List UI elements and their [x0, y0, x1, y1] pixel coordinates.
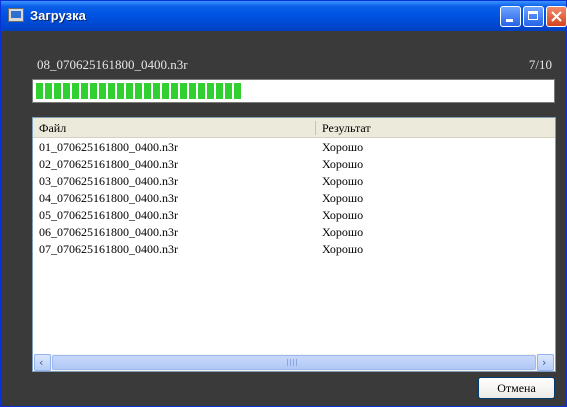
column-separator[interactable]: [315, 121, 316, 135]
title-bar[interactable]: Загрузка: [1, 1, 567, 31]
grip-icon: [287, 359, 297, 366]
table-row[interactable]: 07_070625161800_0400.n3r Хорошо: [33, 241, 555, 258]
scroll-right-button[interactable]: ›: [537, 354, 554, 371]
chevron-right-icon: ›: [542, 356, 547, 369]
result-cell: Хорошо: [322, 157, 364, 171]
result-cell: Хорошо: [322, 242, 364, 256]
file-cell: 04_070625161800_0400.n3r: [39, 191, 178, 205]
scrollbar-thumb[interactable]: [52, 355, 536, 370]
result-cell: Хорошо: [322, 208, 364, 222]
table-row[interactable]: 06_070625161800_0400.n3r Хорошо: [33, 224, 555, 241]
upload-dialog: Загрузка 08_070625161800_0400.n3r 7/10 Ф…: [0, 0, 567, 407]
close-icon: [551, 11, 562, 22]
table-row[interactable]: 05_070625161800_0400.n3r Хорошо: [33, 207, 555, 224]
file-cell: 07_070625161800_0400.n3r: [39, 242, 178, 256]
minimize-button[interactable]: [500, 6, 521, 27]
window-title: Загрузка: [30, 8, 86, 23]
maximize-button[interactable]: [523, 6, 544, 27]
cancel-button[interactable]: Отмена: [478, 377, 555, 399]
file-cell: 01_070625161800_0400.n3r: [39, 140, 178, 154]
current-file-label: 08_070625161800_0400.n3r: [37, 57, 188, 72]
result-cell: Хорошо: [322, 225, 364, 239]
result-cell: Хорошо: [322, 140, 364, 154]
result-cell: Хорошо: [322, 174, 364, 188]
list-header: Файл Результат: [33, 118, 555, 138]
progress-counter: 7/10: [528, 57, 552, 72]
scroll-left-button[interactable]: ‹: [34, 354, 51, 371]
results-list[interactable]: Файл Результат 01_070625161800_0400.n3r Х…: [32, 117, 556, 372]
file-cell: 02_070625161800_0400.n3r: [39, 157, 178, 171]
result-cell: Хорошо: [322, 191, 364, 205]
table-row[interactable]: 01_070625161800_0400.n3r Хорошо: [33, 139, 555, 156]
column-header-result[interactable]: Результат: [322, 121, 371, 136]
app-window-icon: [8, 8, 24, 22]
file-cell: 03_070625161800_0400.n3r: [39, 174, 178, 188]
file-cell: 05_070625161800_0400.n3r: [39, 208, 178, 222]
table-row[interactable]: 04_070625161800_0400.n3r Хорошо: [33, 190, 555, 207]
table-row[interactable]: 03_070625161800_0400.n3r Хорошо: [33, 173, 555, 190]
horizontal-scrollbar[interactable]: ‹ ›: [34, 354, 554, 371]
list-rows: 01_070625161800_0400.n3r Хорошо 02_070625…: [33, 139, 555, 258]
close-button[interactable]: [546, 6, 567, 27]
column-header-file[interactable]: Файл: [39, 121, 66, 136]
chevron-left-icon: ‹: [39, 356, 44, 369]
progress-fill: [36, 83, 241, 99]
progress-bar: [32, 79, 555, 103]
table-row[interactable]: 02_070625161800_0400.n3r Хорошо: [33, 156, 555, 173]
file-cell: 06_070625161800_0400.n3r: [39, 225, 178, 239]
